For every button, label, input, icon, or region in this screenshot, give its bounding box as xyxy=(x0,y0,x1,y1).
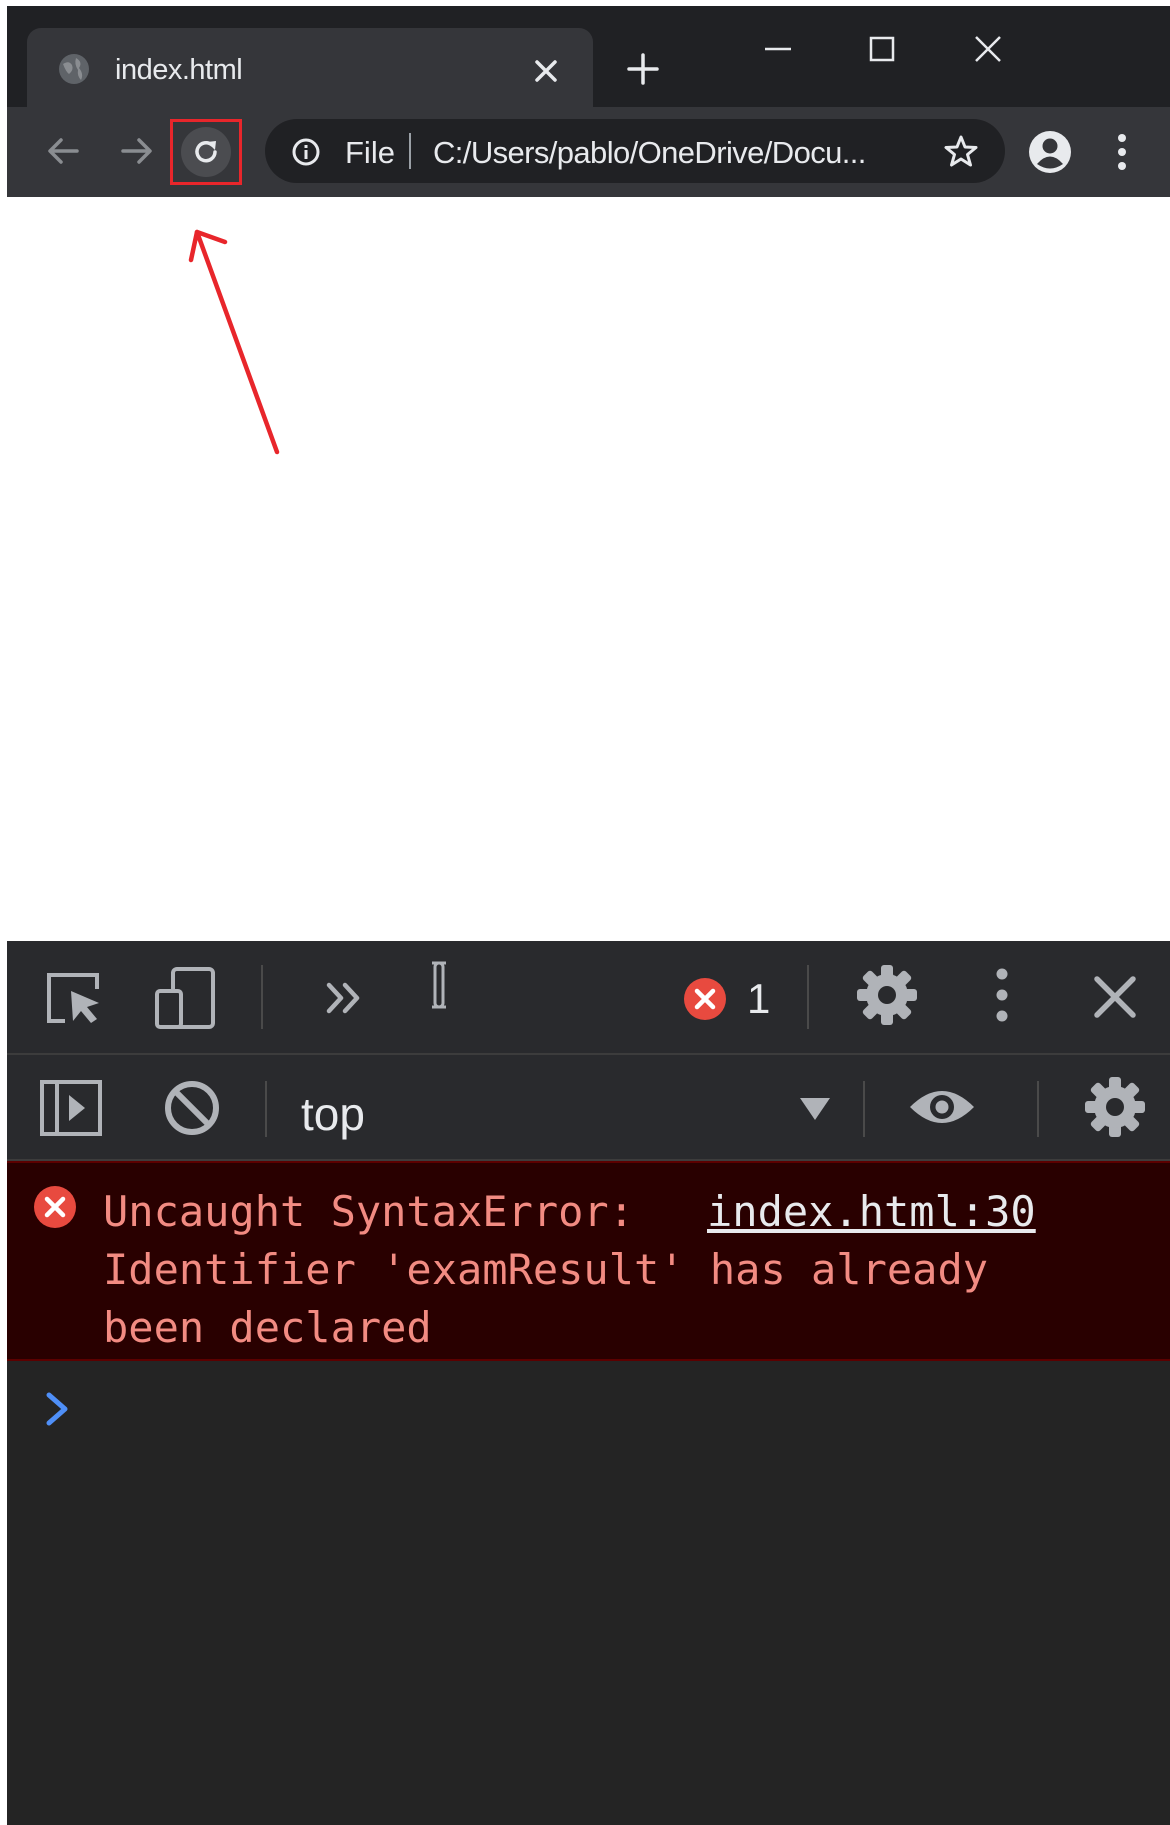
error-count[interactable]: 1 xyxy=(747,975,770,1023)
back-arrow-icon[interactable] xyxy=(39,127,87,175)
toolbar-divider xyxy=(1037,1081,1039,1137)
error-line-3: been declared xyxy=(103,1303,432,1352)
console-error-message: Uncaught SyntaxError: Identifier 'examRe… xyxy=(7,1161,1170,1361)
reload-icon xyxy=(195,140,217,163)
url-separator xyxy=(409,133,411,169)
toolbar-divider xyxy=(807,965,809,1029)
kebab-menu-icon[interactable] xyxy=(1107,131,1137,173)
browser-toolbar: File C:/Users/pablo/OneDrive/Docu... xyxy=(7,107,1170,197)
error-source-link[interactable]: index.html:30 xyxy=(707,1183,1036,1241)
more-tabs-icon[interactable] xyxy=(325,981,365,1015)
maximize-icon[interactable] xyxy=(859,26,905,72)
annotation-arrow xyxy=(188,229,280,455)
toolbar-divider xyxy=(261,965,263,1029)
error-line-2: Identifier 'examResult' has already xyxy=(103,1245,989,1294)
toolbar-divider xyxy=(265,1081,267,1137)
inspect-element-icon[interactable] xyxy=(43,969,105,1027)
devtools-panel: 1 top Uncaught SyntaxError: Identifier '… xyxy=(7,941,1170,1825)
dropdown-arrow-icon[interactable] xyxy=(797,1095,833,1123)
reload-highlight-box xyxy=(170,119,242,185)
minimize-icon[interactable] xyxy=(755,26,801,72)
console-toolbar: top xyxy=(7,1055,1170,1161)
close-window-icon[interactable] xyxy=(965,26,1011,72)
context-selector[interactable]: top xyxy=(301,1087,365,1141)
url-text[interactable]: C:/Users/pablo/OneDrive/Docu... xyxy=(433,135,866,171)
profile-icon[interactable] xyxy=(1027,129,1073,175)
close-icon[interactable] xyxy=(533,58,559,84)
title-bar: index.html xyxy=(7,6,1170,108)
clear-console-icon[interactable] xyxy=(163,1079,221,1137)
gear-icon[interactable] xyxy=(1083,1075,1147,1139)
tab-index-html[interactable]: index.html xyxy=(27,28,593,108)
error-line-1: Uncaught SyntaxError: xyxy=(103,1187,635,1236)
address-bar[interactable]: File C:/Users/pablo/OneDrive/Docu... xyxy=(265,119,1005,183)
eye-icon[interactable] xyxy=(907,1083,977,1131)
sidebar-icon[interactable] xyxy=(39,1079,103,1137)
plus-icon[interactable] xyxy=(625,51,661,87)
error-icon[interactable] xyxy=(683,977,727,1021)
device-toolbar-icon[interactable] xyxy=(153,965,217,1031)
devtools-main-toolbar: 1 xyxy=(7,941,1170,1055)
forward-arrow-icon[interactable] xyxy=(113,127,161,175)
error-icon xyxy=(34,1186,76,1228)
url-scheme-label: File xyxy=(345,135,395,170)
toolbar-divider xyxy=(863,1081,865,1137)
gear-icon[interactable] xyxy=(855,963,919,1027)
info-icon[interactable] xyxy=(291,137,321,167)
reload-button[interactable] xyxy=(181,127,231,177)
tab-title: index.html xyxy=(115,54,243,86)
star-icon[interactable] xyxy=(943,133,979,169)
globe-icon xyxy=(59,54,89,84)
browser-window: index.html File C:/Users/pablo/OneDrive/… xyxy=(7,6,1170,1825)
kebab-menu-icon[interactable] xyxy=(987,965,1017,1025)
drag-handle-icon[interactable] xyxy=(427,959,451,1011)
page-viewport xyxy=(7,197,1170,941)
prompt-chevron-icon[interactable] xyxy=(43,1389,73,1429)
close-icon[interactable] xyxy=(1091,973,1139,1021)
